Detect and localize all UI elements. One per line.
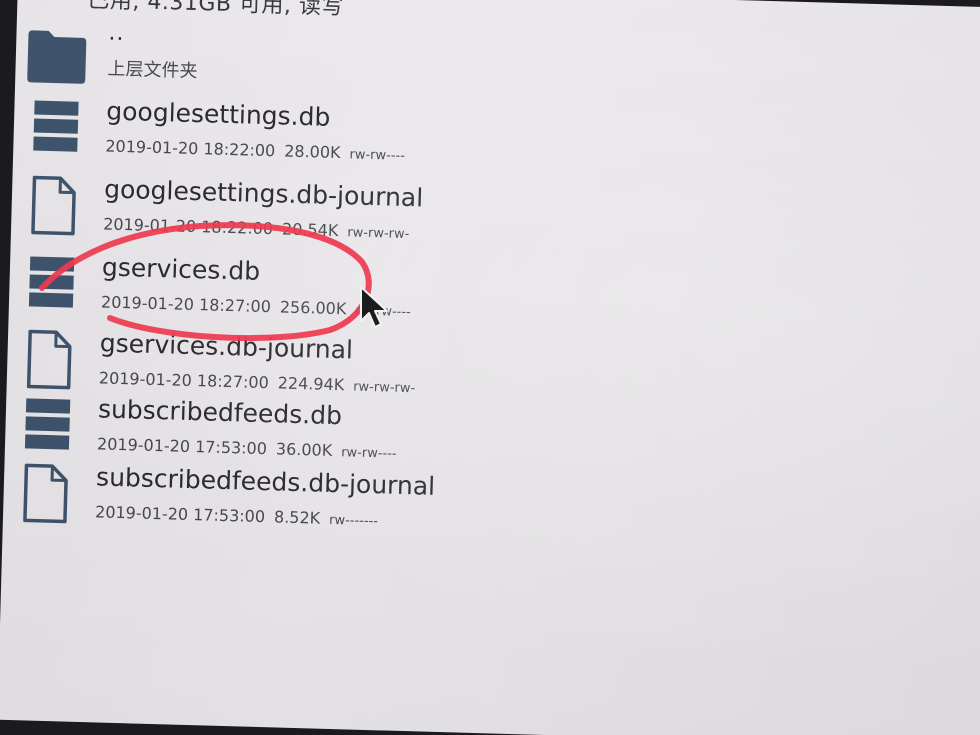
database-icon (24, 398, 71, 450)
file-date: 2019-01-20 18:22:00 (102, 214, 274, 239)
file-date: 2019-01-20 17:53:00 (94, 502, 266, 527)
database-icon (28, 256, 75, 308)
file-meta: 2019-01-20 18:22:00 20.54K rw-rw-rw- (103, 214, 410, 242)
file-size: 36.00K (275, 439, 333, 460)
file-row[interactable]: googlesettings.db-journal 2019-01-20 18:… (19, 170, 721, 260)
file-permissions: rw------- (328, 512, 379, 530)
file-manager-screen: 已用, 4.31GB 可用, 读写 .. 上层文件夹 googlesetting… (0, 0, 980, 735)
file-meta: 2019-01-20 18:22:00 28.00K rw-rw---- (105, 137, 405, 164)
file-meta: 2019-01-20 18:27:00 224.94K rw-rw-rw- (99, 368, 416, 396)
file-icon (31, 175, 76, 236)
storage-info: 已用, 4.31GB 可用, 读写 (87, 0, 345, 21)
file-icon (23, 463, 68, 524)
file-date: 2019-01-20 18:27:00 (100, 292, 272, 317)
file-date: 2019-01-20 17:53:00 (96, 434, 268, 459)
file-meta: 2019-01-20 17:53:00 8.52K rw------- (95, 502, 378, 529)
file-meta: 2019-01-20 17:53:00 36.00K rw-rw---- (97, 434, 397, 461)
mouse-cursor-icon (360, 286, 388, 328)
photo-frame: 已用, 4.31GB 可用, 读写 .. 上层文件夹 googlesetting… (0, 0, 980, 735)
file-icon (26, 329, 72, 390)
parent-folder-name: .. (108, 20, 125, 46)
file-permissions: rw-rw-rw- (347, 225, 410, 243)
database-icon (33, 100, 79, 152)
file-size: 28.00K (284, 141, 341, 163)
file-name: googlesettings.db (105, 96, 331, 132)
folder-icon (27, 30, 87, 84)
file-permissions: rw-rw-rw- (352, 379, 416, 397)
parent-folder-label: 上层文件夹 (107, 58, 198, 83)
file-size: 8.52K (273, 507, 321, 528)
file-name: googlesettings.db-journal (103, 174, 424, 213)
file-name: gservices.db-journal (99, 328, 354, 365)
file-size: 224.94K (277, 373, 345, 395)
file-name: subscribedfeeds.db (97, 394, 343, 431)
file-name: gservices.db (101, 252, 261, 286)
file-permissions: rw-rw---- (349, 147, 406, 164)
file-size: 256.00K (279, 297, 347, 319)
file-permissions: rw-rw---- (340, 445, 397, 462)
file-size: 20.54K (281, 219, 339, 241)
file-date: 2019-01-20 18:27:00 (98, 368, 270, 393)
file-name: subscribedfeeds.db-journal (95, 462, 436, 501)
file-date: 2019-01-20 18:22:00 (105, 136, 276, 161)
